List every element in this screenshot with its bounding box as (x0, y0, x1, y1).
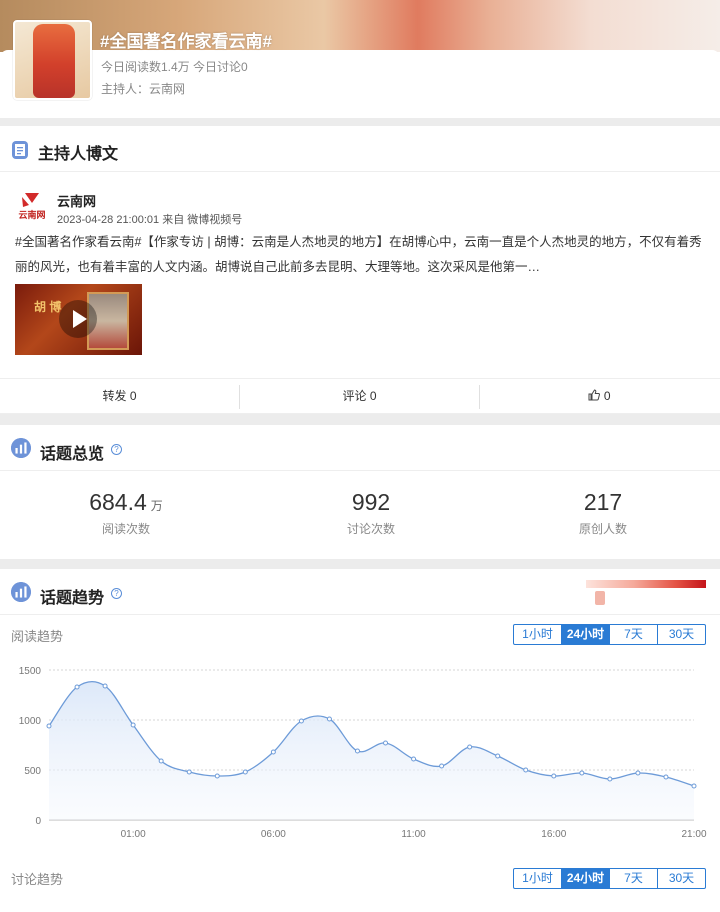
range-24h-button[interactable]: 24小时 (561, 869, 609, 888)
x-tick-label: 01:00 (121, 829, 146, 840)
data-point[interactable] (354, 748, 360, 754)
x-tick-label: 16:00 (541, 829, 566, 840)
data-point[interactable] (579, 770, 585, 776)
data-point[interactable] (663, 774, 669, 780)
range-1h-button[interactable]: 1小时 (514, 869, 561, 888)
overview-original-count: 217 原创人数 (483, 489, 720, 537)
data-point[interactable] (214, 773, 220, 779)
data-point[interactable] (74, 684, 80, 690)
data-point[interactable] (102, 683, 108, 689)
data-point[interactable] (607, 776, 613, 782)
overview-read-count: 684.4 万 阅读次数 (6, 489, 246, 537)
section-header: 主持人博文 (0, 126, 720, 172)
data-point[interactable] (298, 718, 304, 724)
topic-header: #全国著名作家看云南# 今日阅读数1.4万 今日讨论0 主持人：云南网 (0, 0, 720, 118)
cover-can-graphic (33, 24, 75, 98)
stat-value: 217 (583, 489, 623, 515)
section-title: 话题趋势 (40, 590, 105, 607)
trend-area (49, 681, 694, 820)
post-text[interactable]: #全国著名作家看云南#【作家专访 | 胡博：云南是人杰地灵的地方】在胡博心中，云… (15, 230, 705, 280)
author-avatar[interactable]: 云南网 (15, 189, 49, 223)
stat-label: 阅读次数 (101, 522, 150, 536)
overview-discuss-count: 992 讨论次数 (251, 489, 491, 537)
help-icon[interactable]: ? (111, 588, 122, 599)
post-action-bar: 转发 0 评论 0 0 (0, 378, 720, 414)
data-point[interactable] (270, 749, 276, 755)
data-point[interactable] (186, 769, 192, 775)
range-7d-button[interactable]: 7天 (609, 869, 657, 888)
read-range-selector: 1小时 24小时 7天 30天 (513, 624, 706, 645)
heat-scale-bar (586, 580, 706, 588)
like-button[interactable]: 0 (480, 379, 719, 414)
heat-marker (595, 591, 605, 605)
stat-value: 684.4 (89, 489, 147, 515)
stat-label: 讨论次数 (346, 522, 395, 536)
x-tick-label: 06:00 (261, 829, 286, 840)
range-7d-button[interactable]: 7天 (609, 625, 657, 644)
y-tick-label: 1000 (19, 716, 42, 727)
data-point[interactable] (439, 763, 445, 769)
post-meta: 2023-04-28 21:00:01 来自 微博视频号 (57, 214, 243, 226)
data-point[interactable] (130, 722, 136, 728)
data-point[interactable] (467, 744, 473, 750)
x-tick-label: 21:00 (681, 829, 706, 840)
topic-title: #全国著名作家看云南# (100, 32, 272, 51)
data-point[interactable] (242, 769, 248, 775)
discuss-range-selector: 1小时 24小时 7天 30天 (513, 868, 706, 889)
post-video-thumbnail[interactable]: 胡 博 (15, 284, 142, 355)
chart-icon (11, 438, 31, 458)
x-tick-label: 11:00 (401, 829, 426, 840)
data-point[interactable] (411, 756, 417, 762)
data-point[interactable] (551, 773, 557, 779)
video-title-text: 胡 博 (34, 300, 62, 314)
section-header: 话题总览 ? (0, 425, 720, 471)
data-point[interactable] (523, 767, 529, 773)
section-title: 话题总览 (40, 446, 105, 463)
range-30d-button[interactable]: 30天 (657, 625, 705, 644)
read-trend-label: 阅读趋势 (11, 629, 64, 644)
trend-icon (11, 582, 31, 602)
range-30d-button[interactable]: 30天 (657, 869, 705, 888)
y-tick-label: 500 (24, 766, 41, 777)
data-point[interactable] (635, 770, 641, 776)
data-point[interactable] (691, 783, 697, 789)
topic-stats: 今日阅读数1.4万 今日讨论0 (101, 60, 248, 74)
author-name[interactable]: 云南网 (57, 191, 96, 210)
data-point[interactable] (46, 723, 52, 729)
y-tick-label: 1500 (19, 666, 42, 677)
document-icon (12, 141, 28, 159)
help-icon[interactable]: ? (111, 444, 122, 455)
repost-button[interactable]: 转发 0 (0, 379, 239, 414)
topic-host: 主持人：云南网 (101, 82, 186, 96)
read-trend-chart: 0 500 1000 1500 01:00 06:00 11:00 16:00 21:00 (19, 666, 707, 840)
data-point[interactable] (326, 716, 332, 722)
comment-button[interactable]: 评论 0 (240, 379, 479, 414)
range-1h-button[interactable]: 1小时 (514, 625, 561, 644)
data-point[interactable] (383, 740, 389, 746)
stat-value: 992 (351, 489, 391, 515)
stat-unit: 万 (150, 499, 163, 513)
y-tick-label: 0 (35, 816, 41, 827)
data-point[interactable] (158, 758, 164, 764)
discuss-trend-label: 讨论趋势 (11, 872, 64, 887)
section-header: 话题趋势 ? (0, 569, 720, 615)
range-24h-button[interactable]: 24小时 (561, 625, 609, 644)
play-icon[interactable] (59, 300, 97, 338)
like-count: 0 (603, 389, 611, 403)
avatar-logo-text: 云南网 (18, 209, 45, 220)
overview-section: 话题总览 ? 684.4 万 阅读次数 992 讨论次数 217 原创人数 (0, 425, 720, 559)
thumbs-up-icon (588, 389, 601, 401)
section-title: 主持人博文 (38, 146, 119, 163)
topic-cover-image[interactable] (13, 20, 92, 100)
data-point[interactable] (495, 753, 501, 759)
stat-label: 原创人数 (578, 522, 627, 536)
host-post-section: 主持人博文 云南网 云南网 2023-04-28 21:00:01 来自 微博视… (0, 126, 720, 414)
